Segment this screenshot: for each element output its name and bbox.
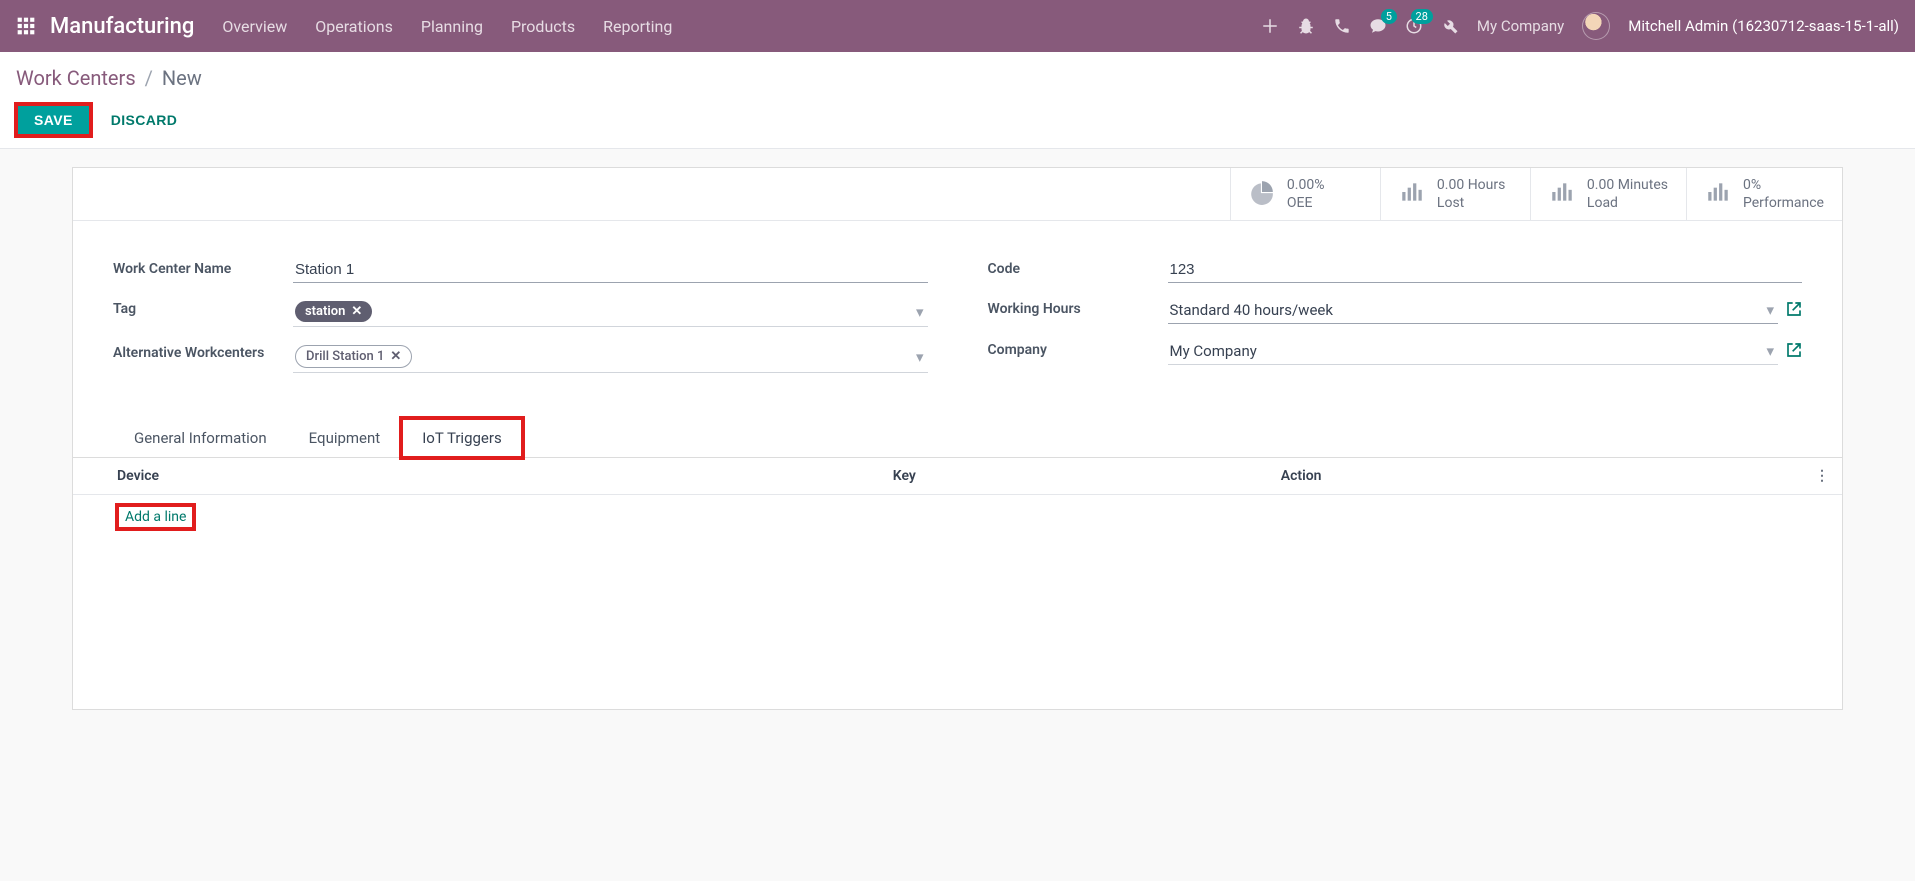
activities-badge: 28 [1411,9,1433,24]
col-action[interactable]: Action [1269,458,1802,495]
breadcrumb-current: New [162,66,202,90]
tools-icon[interactable] [1441,17,1459,35]
input-name[interactable] [293,257,928,283]
stat-perf-label: Performance [1743,194,1824,212]
plus-icon[interactable] [1261,17,1279,35]
alt-chip[interactable]: Drill Station 1 ✕ [295,345,412,368]
company-selector[interactable]: My Company [1477,17,1564,35]
label-hours: Working Hours [988,297,1158,317]
tag-chip-label: station [305,304,345,319]
action-buttons: SAVE DISCARD [16,104,1899,136]
tab-general[interactable]: General Information [113,418,288,458]
bar-chart-icon [1705,179,1731,209]
table-empty-space [73,539,1842,709]
bar-chart-icon [1549,179,1575,209]
avatar[interactable] [1582,12,1610,40]
add-line-button[interactable]: Add a line [117,505,194,529]
label-alt: Alternative Workcenters [113,341,283,361]
input-alt-workcenters[interactable]: Drill Station 1 ✕ ▾ [293,341,928,373]
col-key[interactable]: Key [881,458,1269,495]
alt-chip-label: Drill Station 1 [306,349,384,364]
breadcrumb-sep: / [145,66,153,90]
stat-perf-value: 0% [1743,176,1824,194]
form-sheet: 0.00% OEE 0.00 Hours Lost 0.00 Minutes [72,167,1843,710]
stat-lost-label: Lost [1437,194,1505,212]
menu-operations[interactable]: Operations [315,17,393,36]
menu-planning[interactable]: Planning [421,17,483,36]
stat-load-value: 0.00 Minutes [1587,176,1668,194]
external-link-icon[interactable] [1786,297,1802,321]
input-company[interactable]: My Company ▾ [1168,338,1779,365]
tab-iot-triggers[interactable]: IoT Triggers [401,418,522,458]
apps-icon[interactable] [16,16,36,36]
stat-oee-label: OEE [1287,194,1325,212]
stat-lost-value: 0.00 Hours [1437,176,1505,194]
stat-load-label: Load [1587,194,1668,212]
label-company: Company [988,338,1158,358]
company-value: My Company [1170,342,1257,360]
stat-oee-value: 0.00% [1287,176,1325,194]
external-link-icon[interactable] [1786,338,1802,362]
tab-equipment[interactable]: Equipment [288,418,402,458]
input-code[interactable] [1168,257,1803,283]
username[interactable]: Mitchell Admin (16230712-saas-15-1-all) [1628,17,1899,35]
stat-load[interactable]: 0.00 Minutes Load [1530,168,1686,220]
tag-chip[interactable]: station ✕ [295,301,372,322]
breadcrumb: Work Centers / New [16,66,1899,90]
chevron-down-icon: ▾ [916,348,924,366]
activities-icon[interactable]: 28 [1405,17,1423,35]
table-row: Add a line [73,495,1842,540]
menu-products[interactable]: Products [511,17,575,36]
chevron-down-icon: ▾ [1766,301,1774,319]
discard-button[interactable]: DISCARD [101,104,188,136]
stat-oee[interactable]: 0.00% OEE [1230,168,1380,220]
stat-performance[interactable]: 0% Performance [1686,168,1842,220]
messages-badge: 5 [1381,9,1397,24]
label-tag: Tag [113,297,283,317]
tag-remove-icon[interactable]: ✕ [351,304,362,319]
main-menu: Overview Operations Planning Products Re… [222,17,672,36]
kebab-icon[interactable]: ⋮ [1802,458,1842,495]
working-hours-value: Standard 40 hours/week [1170,301,1333,319]
control-panel: Work Centers / New SAVE DISCARD [0,52,1915,149]
pie-chart-icon [1249,179,1275,209]
iot-triggers-table: Device Key Action ⋮ Add a line [73,458,1842,539]
top-nav: Manufacturing Overview Operations Planni… [0,0,1915,52]
input-working-hours[interactable]: Standard 40 hours/week ▾ [1168,297,1779,324]
label-code: Code [988,257,1158,277]
bar-chart-icon [1399,179,1425,209]
tabs: General Information Equipment IoT Trigge… [73,417,1842,458]
breadcrumb-parent[interactable]: Work Centers [16,66,136,90]
chevron-down-icon: ▾ [916,303,924,321]
menu-overview[interactable]: Overview [222,17,287,36]
bug-icon[interactable] [1297,17,1315,35]
app-name[interactable]: Manufacturing [50,14,194,39]
stat-bar: 0.00% OEE 0.00 Hours Lost 0.00 Minutes [73,168,1842,221]
stat-lost[interactable]: 0.00 Hours Lost [1380,168,1530,220]
iot-table-wrap: Device Key Action ⋮ Add a line [73,458,1842,709]
input-tag[interactable]: station ✕ ▾ [293,297,928,327]
menu-reporting[interactable]: Reporting [603,17,672,36]
label-name: Work Center Name [113,257,283,277]
save-button[interactable]: SAVE [16,104,91,136]
alt-remove-icon[interactable]: ✕ [390,349,401,364]
col-device[interactable]: Device [73,458,881,495]
messages-icon[interactable]: 5 [1369,17,1387,35]
phone-icon[interactable] [1333,17,1351,35]
chevron-down-icon: ▾ [1766,342,1774,360]
